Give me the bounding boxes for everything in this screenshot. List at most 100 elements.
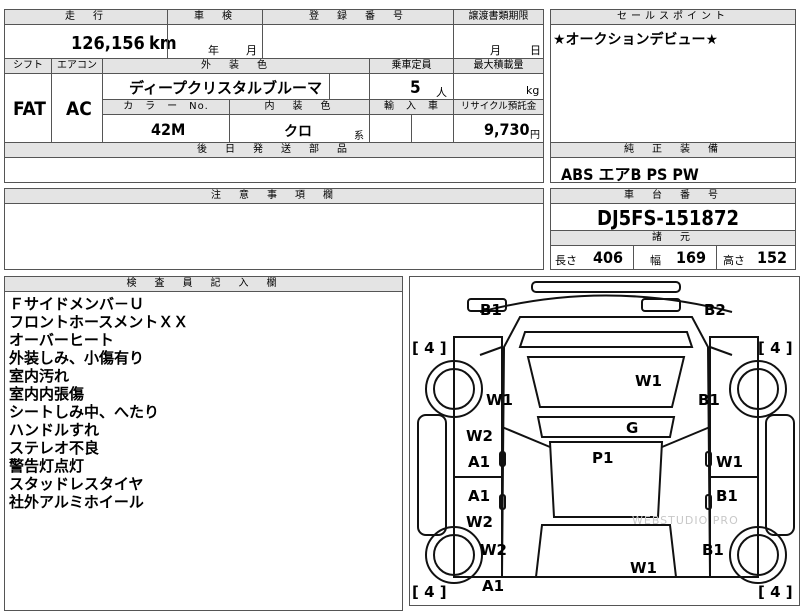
sales-point-header: セールスポイント	[550, 9, 796, 25]
damage-mark: W2	[466, 513, 493, 531]
damage-mark: G	[626, 419, 639, 437]
genuine-header: 純 正 装 備	[550, 142, 796, 158]
inspector-notes: Ｆサイドメンバ－Ｕ フロントホースメントＸＸ オーバーヒート 外装しみ、小傷有り…	[4, 291, 403, 611]
sales-point-text: ★オークションデビュー★	[553, 32, 719, 48]
damage-mark: B1	[716, 487, 738, 505]
inspector-note: 室内汚れ	[9, 367, 70, 385]
interior-cell: クロ 系	[229, 114, 370, 143]
damage-mark: B1	[480, 301, 502, 319]
tire-fl-label: [ 4 ]	[412, 339, 447, 357]
damage-mark: W1	[716, 453, 743, 471]
inspector-note: 外装しみ、小傷有り	[9, 349, 145, 367]
aircon-header: エアコン	[51, 58, 103, 74]
tire-rl-label: [ 4 ]	[412, 583, 447, 601]
transfer-header: 譲渡書類期限	[453, 9, 544, 25]
sales-point-box: ★オークションデビュー★	[550, 24, 796, 143]
capacity-unit: 人	[436, 86, 447, 99]
capacity-cell: 5 人	[369, 73, 454, 100]
shaken-header: 車 検	[167, 9, 263, 25]
damage-mark: A1	[468, 487, 491, 505]
inspector-note: 警告灯点灯	[9, 457, 85, 475]
later-parts-cell	[4, 157, 544, 183]
damage-mark: P1	[592, 449, 614, 467]
recycle-header: リサイクル預託金	[453, 99, 544, 115]
inspector-note: シートしみ中、へたり	[9, 403, 160, 421]
max-load-cell: kg	[453, 73, 544, 100]
inspector-note: 社外アルミホイール	[9, 493, 144, 511]
aircon-cell: AC	[51, 73, 103, 143]
length-cell: 長さ 406	[550, 245, 634, 270]
recycle-unit: 円	[530, 130, 540, 141]
damage-mark: W1	[635, 372, 662, 390]
height-cell: 高さ 152	[716, 245, 796, 270]
transfer-month-unit: 月	[490, 44, 501, 57]
colorno-cell: 42M	[102, 114, 230, 143]
import-cell-right	[411, 114, 454, 143]
tire-fr-label: [ 4 ]	[758, 339, 793, 357]
damage-mark: W2	[480, 541, 507, 559]
exterior-extra-cell	[329, 73, 370, 100]
shift-cell: FAT	[4, 73, 52, 143]
width-value: 169	[676, 248, 707, 267]
length-value: 406	[593, 248, 624, 267]
inspector-note: ステレオ不良	[9, 439, 100, 457]
chassis-value: DJ5FS-151872	[597, 206, 739, 230]
chassis-cell: DJ5FS-151872	[550, 203, 796, 231]
inspector-note: オーバーヒート	[9, 331, 114, 349]
max-load-header: 最大積載量	[453, 58, 544, 74]
chassis-header: 車 台 番 号	[550, 188, 796, 204]
tire-rr-label: [ 4 ]	[758, 583, 793, 601]
damage-mark: B1	[702, 541, 724, 559]
watermark: WEBSTUDIO PRO	[632, 514, 739, 527]
load-unit: kg	[526, 84, 540, 97]
damage-mark: A1	[468, 453, 491, 471]
mileage-value: 126,156	[71, 33, 145, 54]
shaken-year-unit: 年	[208, 44, 219, 57]
exterior-header: 外 装 色	[102, 58, 370, 74]
aircon-value: AC	[66, 98, 92, 120]
inspector-note: 室内内張傷	[9, 385, 85, 403]
transfer-day-unit: 日	[530, 44, 541, 57]
damage-mark: B1	[698, 391, 720, 409]
damage-mark: W2	[466, 427, 493, 445]
transfer-cell: 月 日	[453, 24, 544, 59]
height-value: 152	[757, 248, 788, 267]
recycle-value: 9,730	[484, 120, 530, 139]
car-damage-diagram: [ 4 ] [ 4 ] [ 4 ] [ 4 ] B1 B2 W1 W1 B1 W…	[409, 276, 800, 606]
colorno-header: カ ラ ー No.	[102, 99, 230, 115]
mileage-cell: 126,156 km	[4, 24, 177, 59]
inspector-note: ハンドルすれ	[9, 421, 100, 439]
length-label: 長さ	[555, 254, 577, 267]
recycle-cell: 9,730 円	[453, 114, 544, 143]
shift-value: FAT	[13, 98, 46, 120]
import-header: 輸 入 車	[369, 99, 454, 115]
inspector-note: スタッドレスタイヤ	[9, 475, 144, 493]
damage-mark: B2	[704, 301, 726, 319]
import-cell-left	[369, 114, 412, 143]
height-label: 高さ	[723, 254, 745, 267]
interior-value: クロ	[284, 124, 312, 140]
inspector-note: Ｆサイドメンバ－Ｕ	[9, 295, 145, 313]
registration-header: 登 録 番 号	[262, 9, 454, 25]
inspector-header: 検 査 員 記 入 欄	[4, 276, 403, 292]
inspector-note: フロントホースメントＸＸ	[9, 313, 189, 331]
later-parts-header: 後 日 発 送 部 品	[4, 142, 544, 158]
capacity-value: 5	[410, 78, 421, 98]
shift-header: シフト	[4, 58, 52, 74]
interior-unit: 系	[354, 131, 364, 142]
exterior-cell: ディープクリスタルブルーマ	[102, 73, 330, 100]
damage-mark: A1	[482, 577, 505, 595]
colorno-value: 42M	[151, 120, 186, 139]
width-label: 幅	[650, 254, 661, 267]
genuine-cell: ABS エアB PS PW	[550, 157, 796, 184]
notes-header: 注 意 事 項 欄	[4, 188, 544, 204]
shaken-cell: 年 月	[167, 24, 263, 59]
damage-mark: W1	[630, 559, 657, 577]
exterior-value: ディープクリスタルブルーマ	[129, 79, 323, 97]
registration-cell	[262, 24, 454, 59]
width-cell: 幅 169	[633, 245, 717, 270]
genuine-value: ABS エアB PS PW	[561, 165, 699, 184]
damage-mark: W1	[486, 391, 513, 409]
notes-cell	[4, 203, 544, 270]
specs-header: 諸 元	[550, 230, 796, 246]
